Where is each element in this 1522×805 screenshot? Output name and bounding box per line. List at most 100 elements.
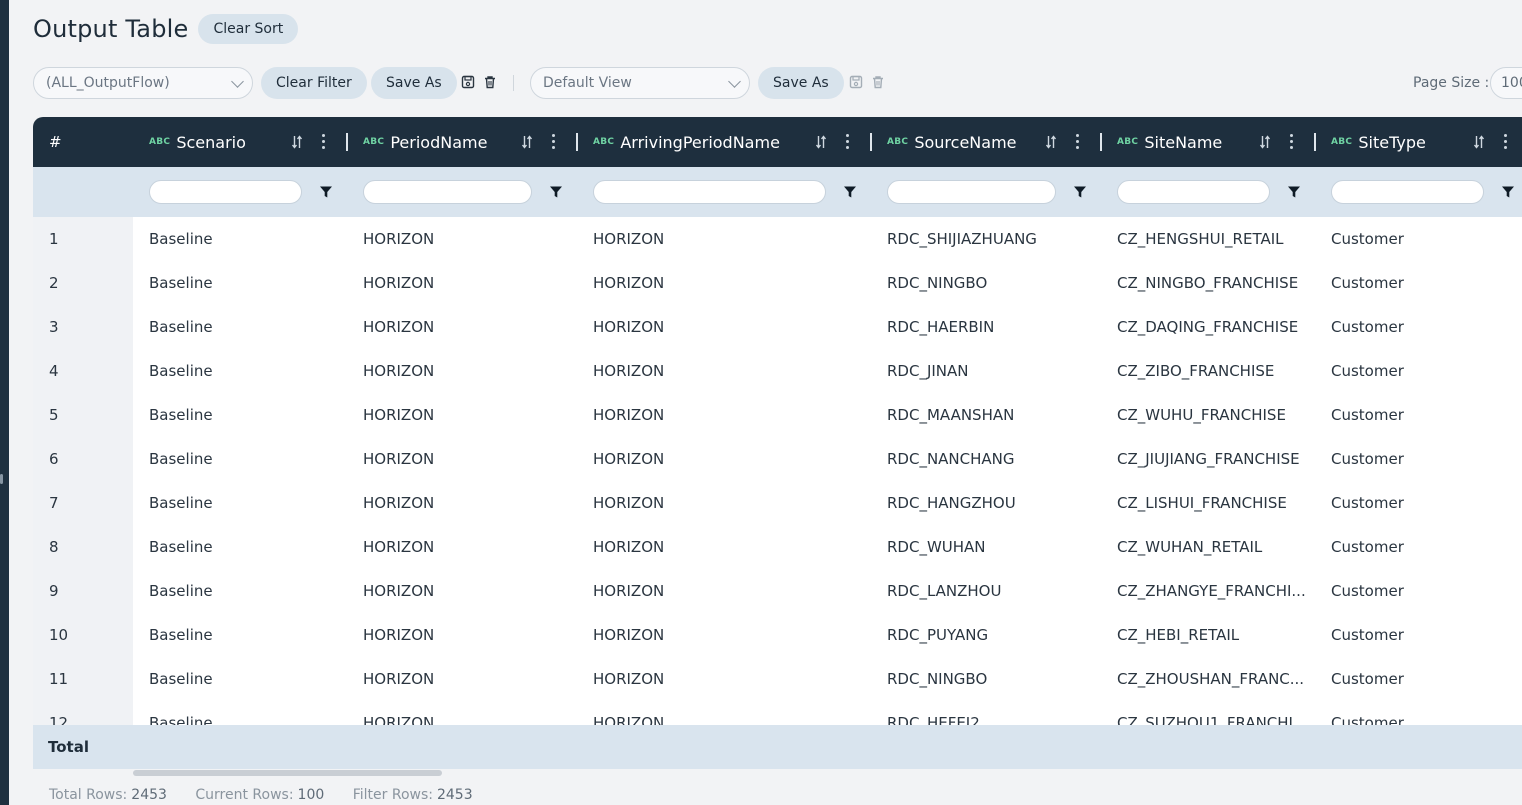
filter-row [33,167,1522,217]
sort-icon[interactable] [1259,134,1271,150]
delete-view-icon[interactable] [482,74,498,90]
column-resize-handle[interactable] [576,133,578,151]
table-row[interactable]: 12 Baseline HORIZON HORIZON RDC_HEFEI2 CZ_SUZ… [33,701,1522,725]
column-filter-input-site-name[interactable] [1117,180,1270,204]
table-row[interactable]: 11 Baseline HORIZON HORIZON RDC_NINGBO CZ_ZHO… [33,657,1522,701]
sort-icon[interactable] [291,134,303,150]
view-select[interactable]: Default View [530,67,750,99]
column-resize-handle[interactable] [346,133,348,151]
column-menu-icon[interactable] [1290,134,1294,150]
row-index: 4 [49,362,59,380]
row-index: 5 [49,406,59,424]
toolbar: (ALL_OutputFlow) Clear Filter Save As De… [33,67,1522,99]
column-header-period-name[interactable]: ABC PeriodName [363,117,487,167]
table-row[interactable]: 7 Baseline HORIZON HORIZON RDC_HANGZHOU CZ_LI… [33,481,1522,525]
column-menu-icon[interactable] [322,134,326,150]
column-header-scenario[interactable]: ABC Scenario [149,117,246,167]
table-cell: HORIZON [593,714,665,725]
table-cell: CZ_ZIBO_FRANCHISE [1117,362,1275,380]
clear-sort-button[interactable]: Clear Sort [198,14,299,44]
total-label: Total [48,738,89,756]
column-menu-icon[interactable] [1076,134,1080,150]
table-cell: Customer [1331,494,1404,512]
horizontal-scrollbar[interactable] [133,770,442,776]
table-cell: HORIZON [363,230,435,248]
table-cell: Baseline [149,450,213,468]
type-badge: ABC [593,137,615,147]
flow-select[interactable]: (ALL_OutputFlow) [33,67,253,99]
table-cell: HORIZON [363,362,435,380]
table-row[interactable]: 8 Baseline HORIZON HORIZON RDC_WUHAN CZ_WUHAN… [33,525,1522,569]
column-menu-icon[interactable] [846,134,850,150]
column-filter-input-arriving-period-name[interactable] [593,180,826,204]
column-filter-input-source-name[interactable] [887,180,1056,204]
toolbar-divider [513,75,514,91]
column-menu-icon[interactable] [1504,134,1508,150]
column-header-arriving-period-name[interactable]: ABC ArrivingPeriodName [593,117,780,167]
table-row[interactable]: 10 Baseline HORIZON HORIZON RDC_PUYANG CZ_HEB… [33,613,1522,657]
table-row[interactable]: 5 Baseline HORIZON HORIZON RDC_MAANSHAN CZ_WU… [33,393,1522,437]
page-size-input[interactable]: 100 [1490,67,1522,99]
type-badge: ABC [1331,137,1353,147]
column-header-source-name[interactable]: ABC SourceName [887,117,1017,167]
save-as-view-button[interactable]: Save As [758,67,844,99]
column-resize-handle[interactable] [870,133,872,151]
column-menu-icon[interactable] [552,134,556,150]
column-header-label: SiteName [1144,132,1223,152]
table-cell: HORIZON [363,494,435,512]
table-cell: CZ_SUZHOU1_FRANCHI... [1117,714,1308,725]
table-cell: Customer [1331,670,1404,688]
save-view-icon[interactable] [460,74,476,90]
sort-icon[interactable] [521,134,533,150]
table-cell: HORIZON [593,230,665,248]
column-resize-handle[interactable] [1100,133,1102,151]
table-row[interactable]: 2 Baseline HORIZON HORIZON RDC_NINGBO CZ_NING… [33,261,1522,305]
table-cell: HORIZON [363,318,435,336]
table-row[interactable]: 3 Baseline HORIZON HORIZON RDC_HAERBIN CZ_DAQ… [33,305,1522,349]
flow-select-value: (ALL_OutputFlow) [46,75,170,91]
column-header-site-type[interactable]: ABC SiteType [1331,117,1426,167]
table-cell: Baseline [149,494,213,512]
table-cell: RDC_NINGBO [887,670,988,688]
sort-icon[interactable] [1045,134,1057,150]
table-cell: Baseline [149,626,213,644]
table-cell: RDC_PUYANG [887,626,989,644]
table-cell: Customer [1331,274,1404,292]
sort-icon[interactable] [1473,134,1485,150]
table-row[interactable]: 6 Baseline HORIZON HORIZON RDC_NANCHANG CZ_JI… [33,437,1522,481]
table-cell: HORIZON [593,494,665,512]
table-cell: HORIZON [593,670,665,688]
filter-icon[interactable] [1501,184,1515,198]
table-cell: CZ_WUHU_FRANCHISE [1117,406,1286,424]
column-header-label: PeriodName [390,132,488,152]
save-view-icon[interactable] [848,74,864,90]
column-resize-handle[interactable] [1314,133,1316,151]
filter-icon[interactable] [1073,184,1087,198]
delete-view-icon[interactable] [870,74,886,90]
filter-icon[interactable] [549,184,563,198]
save-as-filter-button[interactable]: Save As [371,67,457,99]
total-rows-label: Total Rows: [49,787,128,803]
filter-icon[interactable] [1287,184,1301,198]
column-header-site-name[interactable]: ABC SiteName [1117,117,1222,167]
filter-icon[interactable] [319,184,333,198]
sort-icon[interactable] [815,134,827,150]
table-cell: CZ_DAQING_FRANCHISE [1117,318,1299,336]
sidebar-handle[interactable] [0,474,3,484]
column-filter-input-site-type[interactable] [1331,180,1484,204]
table-row[interactable]: 4 Baseline HORIZON HORIZON RDC_JINAN CZ_ZIBO_… [33,349,1522,393]
column-filter-input-scenario[interactable] [149,180,302,204]
table-row[interactable]: 9 Baseline HORIZON HORIZON RDC_LANZHOU CZ_ZHA… [33,569,1522,613]
column-filter-input-period-name[interactable] [363,180,532,204]
table-row[interactable]: 1 Baseline HORIZON HORIZON RDC_SHIJIAZHUANG C… [33,217,1522,261]
output-table: # ABC Scenario ABC PeriodName ABC ArrivingPer… [33,117,1522,769]
filter-icon[interactable] [843,184,857,198]
type-badge: ABC [363,137,385,147]
table-cell: RDC_LANZHOU [887,582,1002,600]
total-row: Total [33,725,1522,769]
table-cell: CZ_JIUJIANG_FRANCHISE [1117,450,1300,468]
filter-rows-value: 2453 [436,787,473,803]
clear-filter-button[interactable]: Clear Filter [261,67,367,99]
table-cell: HORIZON [593,318,665,336]
page-size-value: 100 [1501,75,1522,91]
